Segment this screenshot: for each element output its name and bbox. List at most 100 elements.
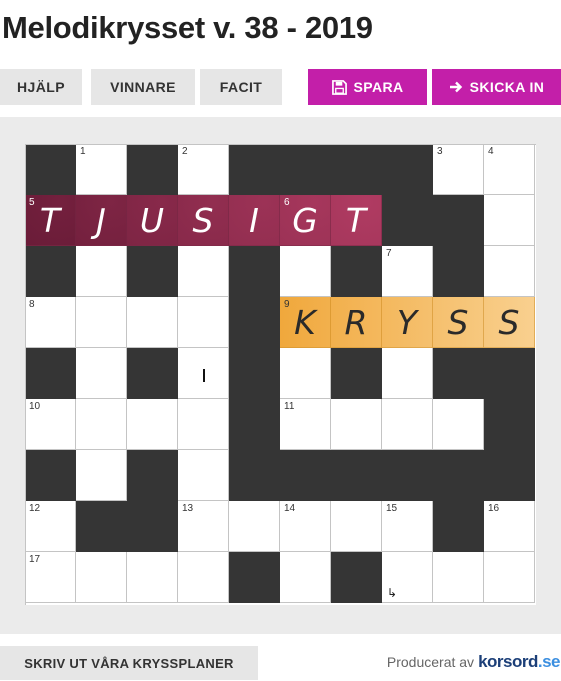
grid-cell[interactable] <box>127 297 178 348</box>
grid-cell[interactable]: G6 <box>280 195 331 246</box>
grid-cell[interactable]: 8 <box>25 297 76 348</box>
clue-number: 14 <box>284 503 296 514</box>
grid-cell[interactable] <box>484 246 535 297</box>
grid-cell[interactable] <box>127 552 178 603</box>
grid-cell <box>433 348 484 399</box>
cell-letter: S <box>192 201 214 240</box>
korsord-logo[interactable]: korsord.se <box>478 652 560 672</box>
grid-cell[interactable] <box>178 399 229 450</box>
grid-cell[interactable]: S <box>178 195 229 246</box>
grid-cell[interactable]: 10 <box>25 399 76 450</box>
grid-cell[interactable]: 16 <box>484 501 535 552</box>
crossword-grid: 1 2 3 4 T 5 J U S I G 6 T 7 8 K 9 R Y S S 10 11 12 13 14 15 16 17 <box>25 144 536 605</box>
grid-cell[interactable]: J <box>76 195 127 246</box>
grid-cell[interactable]: 11 <box>280 399 331 450</box>
clue-number: 16 <box>488 503 500 514</box>
grid-cell <box>229 450 280 501</box>
grid-cell[interactable]: S <box>484 297 535 348</box>
grid-cell[interactable] <box>178 246 229 297</box>
print-plans-button[interactable]: SKRIV UT VÅRA KRYSSPLANER <box>0 646 258 680</box>
submit-button-label: SKICKA IN <box>469 79 545 95</box>
grid-cell[interactable] <box>382 348 433 399</box>
grid-cell[interactable]: 17 <box>25 552 76 603</box>
grid-cell[interactable] <box>76 246 127 297</box>
grid-cell[interactable] <box>280 348 331 399</box>
grid-cell <box>229 552 280 603</box>
grid-cell <box>127 348 178 399</box>
clue-number: 15 <box>386 503 398 514</box>
grid-cell[interactable] <box>331 501 382 552</box>
clue-number: 13 <box>182 503 194 514</box>
brand-name: korsord <box>478 652 538 671</box>
clue-number: 12 <box>29 503 41 514</box>
grid-cell[interactable] <box>76 348 127 399</box>
grid-cell[interactable] <box>127 399 178 450</box>
grid-cell[interactable]: 2 <box>178 144 229 195</box>
grid-cell[interactable] <box>178 297 229 348</box>
grid-cell[interactable] <box>433 399 484 450</box>
grid-cell <box>433 195 484 246</box>
grid-cell[interactable] <box>382 399 433 450</box>
clue-number: 8 <box>29 299 35 310</box>
grid-cell[interactable]: I <box>229 195 280 246</box>
grid-cell <box>229 144 280 195</box>
cell-letter: I <box>249 201 259 240</box>
save-button[interactable]: SPARA <box>308 69 427 105</box>
winners-button[interactable]: VINNARE <box>91 69 195 105</box>
grid-cell[interactable] <box>178 552 229 603</box>
grid-cell[interactable]: 12 <box>25 501 76 552</box>
grid-cell <box>331 348 382 399</box>
grid-cell[interactable] <box>76 297 127 348</box>
grid-cell[interactable] <box>178 450 229 501</box>
grid-cell[interactable] <box>280 246 331 297</box>
grid-cell[interactable]: 15 <box>382 501 433 552</box>
grid-cell[interactable] <box>331 399 382 450</box>
clue-number: 9 <box>284 299 290 310</box>
arrow-right-icon <box>449 81 463 93</box>
grid-cell[interactable]: K9 <box>280 297 331 348</box>
grid-cell[interactable] <box>280 552 331 603</box>
grid-cell[interactable]: 1 <box>76 144 127 195</box>
grid-cell[interactable] <box>76 552 127 603</box>
grid-cell[interactable]: T5 <box>25 195 76 246</box>
grid-cell[interactable] <box>229 501 280 552</box>
cell-letter: K <box>294 303 316 342</box>
grid-cell[interactable] <box>76 450 127 501</box>
clue-number: 6 <box>284 197 290 208</box>
submit-button[interactable]: SKICKA IN <box>432 69 561 105</box>
grid-cell[interactable]: Y <box>382 297 433 348</box>
cell-letter: G <box>292 201 318 240</box>
help-button[interactable]: HJÄLP <box>0 69 82 105</box>
grid-cell[interactable]: U <box>127 195 178 246</box>
clue-number: 2 <box>182 146 188 157</box>
cell-letter: S <box>498 303 520 342</box>
direction-arrow-icon: ↳ <box>387 586 398 600</box>
grid-cell[interactable]: 3 <box>433 144 484 195</box>
grid-cell <box>229 246 280 297</box>
grid-cell[interactable]: R <box>331 297 382 348</box>
grid-cell <box>25 348 76 399</box>
grid-cell[interactable] <box>484 552 535 603</box>
grid-cell <box>382 195 433 246</box>
grid-cell[interactable] <box>76 399 127 450</box>
answers-button[interactable]: FACIT <box>200 69 282 105</box>
grid-cell[interactable]: T <box>331 195 382 246</box>
brand-suffix: .se <box>537 652 561 671</box>
grid-cell[interactable]: 4 <box>484 144 535 195</box>
grid-cell[interactable]: S <box>433 297 484 348</box>
clue-number: 11 <box>284 401 295 412</box>
grid-cell <box>484 399 535 450</box>
grid-cell <box>484 450 535 501</box>
grid-cell <box>433 501 484 552</box>
grid-cell[interactable]: 14 <box>280 501 331 552</box>
cell-letter: S <box>447 303 469 342</box>
grid-cell[interactable] <box>484 195 535 246</box>
cell-letter: Y <box>396 303 418 342</box>
grid-cell[interactable] <box>433 552 484 603</box>
grid-cell[interactable]: 13 <box>178 501 229 552</box>
cell-letter: J <box>96 201 106 240</box>
save-button-label: SPARA <box>353 79 404 95</box>
cell-letter: T <box>345 201 367 240</box>
grid-cell[interactable]: 7 <box>382 246 433 297</box>
grid-cell <box>25 450 76 501</box>
